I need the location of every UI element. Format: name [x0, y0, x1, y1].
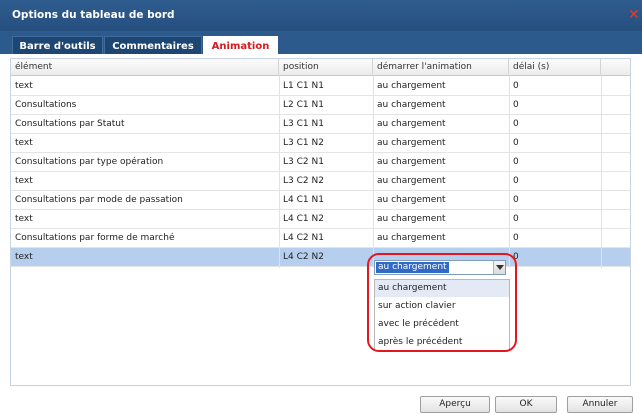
cancel-button[interactable]: Annuler	[567, 396, 633, 413]
cell-start[interactable]: au chargement	[373, 96, 509, 115]
table-row[interactable]: text L3 C2 N2 au chargement 0	[11, 172, 630, 191]
cell-position: L4 C2 N1	[283, 233, 324, 243]
grid-header: élément position démarrer l'animation dé…	[11, 59, 630, 76]
cell-delay[interactable]: 0	[509, 191, 601, 210]
cell-start[interactable]: au chargement	[373, 115, 509, 134]
table-row[interactable]: text L4 C1 N2 au chargement 0	[11, 210, 630, 229]
cell-position: L4 C2 N2	[283, 252, 324, 262]
ok-button[interactable]: OK	[495, 396, 557, 413]
preview-button[interactable]: Aperçu	[420, 396, 490, 413]
titlebar: Options du tableau de bord ✕	[0, 0, 642, 31]
cell-start[interactable]: au chargement	[373, 77, 509, 96]
cell-position: L3 C1 N2	[283, 138, 324, 148]
tab-comments[interactable]: Commentaires	[104, 36, 202, 56]
table-row[interactable]: Consultations L2 C1 N1 au chargement 0	[11, 96, 630, 115]
cell-element: text	[15, 138, 33, 148]
cell-element: text	[15, 81, 33, 91]
table-row[interactable]: Consultations par type opération L3 C2 N…	[11, 153, 630, 172]
column-divider	[509, 76, 510, 268]
cell-element: Consultations	[15, 100, 77, 110]
cell-start[interactable]: au chargement	[373, 229, 509, 248]
cell-position: L2 C1 N1	[283, 100, 324, 110]
option-avec-le-precedent[interactable]: avec le précédent	[375, 316, 509, 333]
column-divider	[601, 76, 602, 268]
cell-start[interactable]: au chargement	[373, 172, 509, 191]
cell-delay[interactable]: 0	[509, 153, 601, 172]
chevron-down-icon[interactable]	[493, 261, 505, 274]
tab-strip: Barre d'outils Commentaires Animation	[0, 31, 642, 56]
cell-delay[interactable]: 0	[509, 229, 601, 248]
tab-animation[interactable]: Animation	[203, 36, 278, 56]
cell-element: Consultations par Statut	[15, 119, 125, 129]
column-header-element[interactable]: élément	[11, 59, 279, 76]
cell-element: Consultations par forme de marché	[15, 233, 175, 243]
window-title: Options du tableau de bord	[12, 9, 175, 21]
table-row[interactable]: text L3 C1 N2 au chargement 0	[11, 134, 630, 153]
animation-grid: élément position démarrer l'animation dé…	[10, 58, 631, 386]
cell-element: text	[15, 176, 33, 186]
column-divider	[373, 76, 374, 268]
cell-delay[interactable]: 0	[509, 172, 601, 191]
close-icon[interactable]: ✕	[628, 7, 642, 23]
cell-start[interactable]: au chargement	[373, 134, 509, 153]
cell-position: L1 C1 N1	[283, 81, 324, 91]
select-current-value: au chargement	[376, 262, 449, 273]
cell-position: L4 C1 N1	[283, 195, 324, 205]
cell-position: L3 C1 N1	[283, 119, 324, 129]
dashboard-options-dialog: Options du tableau de bord ✕ Barre d'out…	[0, 0, 642, 415]
cell-delay[interactable]: 0	[509, 248, 601, 267]
start-animation-dropdown: au chargement sur action clavier avec le…	[374, 279, 510, 351]
table-row[interactable]: Consultations par Statut L3 C1 N1 au cha…	[11, 115, 630, 134]
cell-start[interactable]: au chargement	[373, 210, 509, 229]
cell-start[interactable]: au chargement	[373, 191, 509, 210]
start-animation-select[interactable]: au chargement	[374, 260, 506, 275]
table-row[interactable]: text L1 C1 N1 au chargement 0	[11, 77, 630, 96]
cell-delay[interactable]: 0	[509, 77, 601, 96]
column-header-delay[interactable]: délai (s)	[509, 59, 601, 76]
cell-position: L3 C2 N2	[283, 176, 324, 186]
cell-element: Consultations par mode de passation	[15, 195, 183, 205]
cell-position: L4 C1 N2	[283, 214, 324, 224]
table-row[interactable]: Consultations par mode de passation L4 C…	[11, 191, 630, 210]
column-header-start[interactable]: démarrer l'animation	[373, 59, 509, 76]
cell-element: Consultations par type opération	[15, 157, 164, 167]
option-sur-action-clavier[interactable]: sur action clavier	[375, 298, 509, 315]
cell-delay[interactable]: 0	[509, 210, 601, 229]
option-au-chargement[interactable]: au chargement	[375, 280, 509, 297]
table-row[interactable]: Consultations par forme de marché L4 C2 …	[11, 229, 630, 248]
column-header-position[interactable]: position	[279, 59, 373, 76]
cell-delay[interactable]: 0	[509, 115, 601, 134]
column-divider	[279, 76, 280, 268]
cell-position: L3 C2 N1	[283, 157, 324, 167]
cell-start[interactable]: au chargement	[373, 153, 509, 172]
option-apres-le-precedent[interactable]: après le précédent	[375, 334, 509, 351]
table-row-selected[interactable]: text L4 C2 N2 0	[11, 248, 630, 267]
cell-element: text	[15, 252, 33, 262]
cell-element: text	[15, 214, 33, 224]
tab-toolbar[interactable]: Barre d'outils	[12, 36, 103, 56]
cell-delay[interactable]: 0	[509, 134, 601, 153]
cell-delay[interactable]: 0	[509, 96, 601, 115]
tab-underline	[0, 54, 642, 56]
